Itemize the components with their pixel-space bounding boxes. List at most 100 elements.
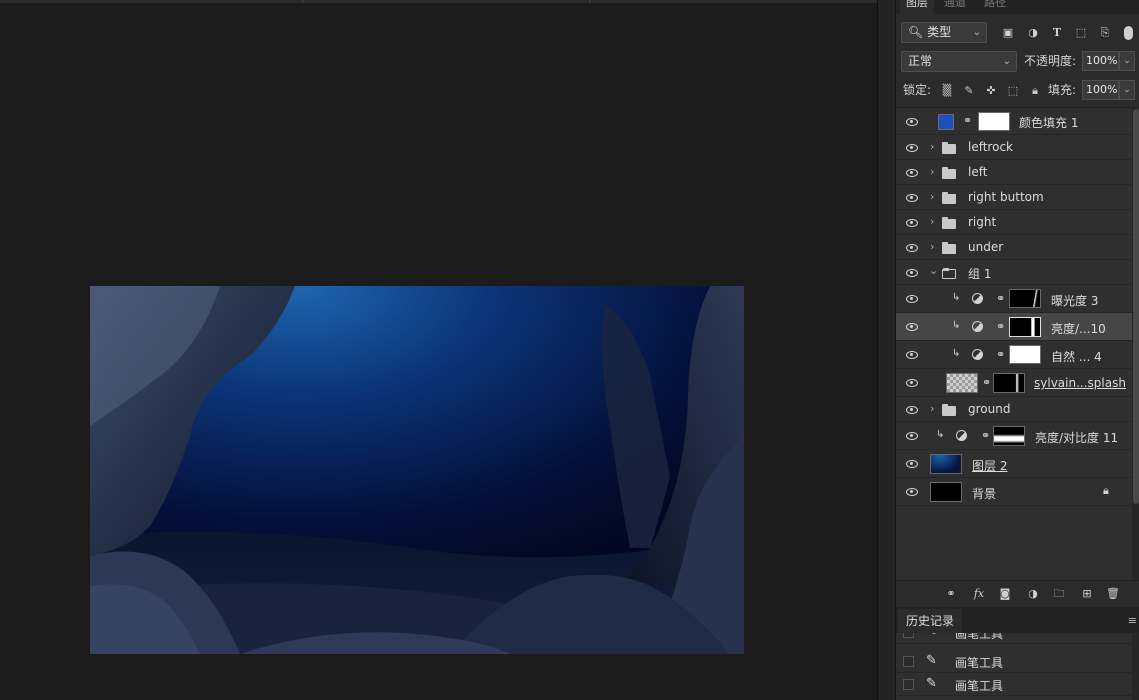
fill-chevron-icon[interactable]: ⌄ [1119,80,1135,100]
history-item[interactable]: ✎ 画笔工具 [896,633,1132,644]
new-layer-icon[interactable]: ⊞ [1080,587,1094,601]
layer-row-selected[interactable]: ↳ ⚭ 亮度/...10 [896,313,1132,341]
link-icon[interactable]: ⚭ [982,376,991,389]
link-icon[interactable]: ⚭ [996,320,1005,333]
adjustment-layer-icon[interactable] [956,430,967,441]
smart-object-thumbnail[interactable] [946,373,978,393]
history-scrollbar[interactable] [1132,633,1139,700]
layer-row[interactable]: › left [896,160,1132,185]
mask-thumbnail[interactable] [1009,289,1041,308]
tab-paths[interactable]: 路径 [984,0,1006,14]
layer-row[interactable]: ⌄ 组 1 [896,260,1132,285]
shape-filter-icon[interactable]: ⬚ [1074,26,1088,40]
fx-icon[interactable]: fx [972,587,986,601]
smartobject-filter-icon[interactable]: ⎘ [1098,26,1112,40]
chevron-right-icon[interactable]: › [930,215,934,228]
eye-icon[interactable] [906,144,918,152]
delete-layer-icon[interactable]: 🗑︎ [1106,587,1120,601]
history-item[interactable]: ✎ 画笔工具 [896,673,1132,696]
layers-scrollbar[interactable] [1132,107,1139,580]
image-filter-icon[interactable]: ▣ [1001,26,1015,40]
adjustment-layer-icon[interactable] [972,321,983,332]
chevron-right-icon[interactable]: › [930,190,934,203]
lock-position-icon[interactable]: ✜ [984,84,998,98]
layer-row[interactable]: › right [896,210,1132,235]
lock-icon[interactable]: 🔒︎ [1103,484,1109,498]
link-icon[interactable]: ⚭ [996,292,1005,305]
filter-toggle[interactable] [1124,26,1133,40]
layer-row[interactable]: ↳ ⚭ 自然 ... 4 [896,341,1132,369]
layers-list[interactable]: ⚭ 颜色填充 1 › leftrock › left › right butto… [896,107,1132,580]
layer-thumbnail[interactable] [930,454,962,474]
layer-row[interactable]: › leftrock [896,135,1132,160]
eye-icon[interactable] [906,118,918,126]
chevron-down-icon[interactable]: ⌄ [929,264,938,277]
image-canvas[interactable] [90,286,744,654]
chevron-right-icon[interactable]: › [930,165,934,178]
panel-menu-icon[interactable]: ≡ [1128,614,1137,627]
history-list[interactable]: ✎ 画笔工具 ✎ 画笔工具 ✎ 画笔工具 [896,633,1132,700]
adjustment-layer-icon[interactable] [972,349,983,360]
tab-layers[interactable]: 图层 [900,0,934,14]
new-adjustment-icon[interactable]: ◑ [1026,587,1040,601]
adjustment-layer-icon[interactable] [972,293,983,304]
link-layers-icon[interactable]: ⚭ [944,587,958,601]
type-filter-icon[interactable]: T [1050,26,1064,40]
tab-history[interactable]: 历史记录 [898,609,963,633]
blend-mode-dropdown[interactable]: 正常 ⌄ [901,51,1017,72]
tab-channels[interactable]: 通道 [944,0,966,14]
eye-icon[interactable] [906,406,918,414]
opacity-input[interactable]: 100% [1082,51,1119,71]
layer-row[interactable]: › under [896,235,1132,260]
lock-artboard-icon[interactable]: ⬚ [1006,84,1020,98]
eye-icon[interactable] [906,269,918,277]
eye-icon[interactable] [906,460,918,468]
snapshot-checkbox[interactable] [903,656,914,667]
scrollbar-thumb[interactable] [1133,109,1139,504]
layer-filter-dropdown[interactable]: 🔍︎ 类型 ⌄ [901,22,987,43]
layer-row[interactable]: › ground [896,397,1132,422]
fill-input[interactable]: 100% [1082,80,1119,100]
eye-icon[interactable] [906,244,918,252]
snapshot-checkbox[interactable] [903,633,914,638]
chevron-right-icon[interactable]: › [930,240,934,253]
document-workspace[interactable] [0,0,877,700]
chevron-right-icon[interactable]: › [930,402,934,415]
layer-thumbnail[interactable] [930,482,962,502]
new-group-icon[interactable]: 🗀︎ [1052,587,1066,601]
lock-transparent-icon[interactable]: ▒ [940,84,954,98]
mask-thumbnail[interactable] [1009,345,1041,364]
layer-row[interactable]: 背景 🔒︎ [896,478,1132,506]
eye-icon[interactable] [906,323,918,331]
mask-thumbnail[interactable] [993,373,1025,393]
eye-icon[interactable] [906,169,918,177]
eye-icon[interactable] [906,351,918,359]
link-icon[interactable]: ⚭ [981,429,990,442]
layer-row[interactable]: › right buttom [896,185,1132,210]
layer-row[interactable]: ↳ ⚭ 曝光度 3 [896,285,1132,313]
add-mask-icon[interactable]: ◙ [998,587,1012,601]
link-icon[interactable]: ⚭ [963,114,972,127]
layer-row[interactable]: ⚭ 颜色填充 1 [896,108,1132,135]
link-icon[interactable]: ⚭ [996,348,1005,361]
layer-row[interactable]: ↳ ⚭ 亮度/对比度 11 [896,422,1132,450]
mask-thumbnail[interactable] [993,426,1025,446]
mask-thumbnail[interactable] [978,112,1010,131]
eye-icon[interactable] [906,379,918,387]
eye-icon[interactable] [906,488,918,496]
adjustment-filter-icon[interactable]: ◑ [1026,26,1040,40]
eye-icon[interactable] [906,219,918,227]
history-item[interactable]: ✎ 画笔工具 [896,650,1132,673]
snapshot-checkbox[interactable] [903,679,914,690]
opacity-chevron-icon[interactable]: ⌄ [1119,51,1135,71]
eye-icon[interactable] [906,194,918,202]
lock-paint-icon[interactable]: ✎ [962,84,976,98]
eye-icon[interactable] [906,432,918,440]
eye-icon[interactable] [906,295,918,303]
mask-thumbnail[interactable] [1009,317,1041,337]
layer-row[interactable]: ⚭ sylvain...splash [896,369,1132,397]
fill-color-thumbnail[interactable] [938,114,954,130]
chevron-right-icon[interactable]: › [930,140,934,153]
layer-row[interactable]: 图层 2 [896,450,1132,478]
lock-all-icon[interactable]: 🔒︎ [1028,84,1042,98]
